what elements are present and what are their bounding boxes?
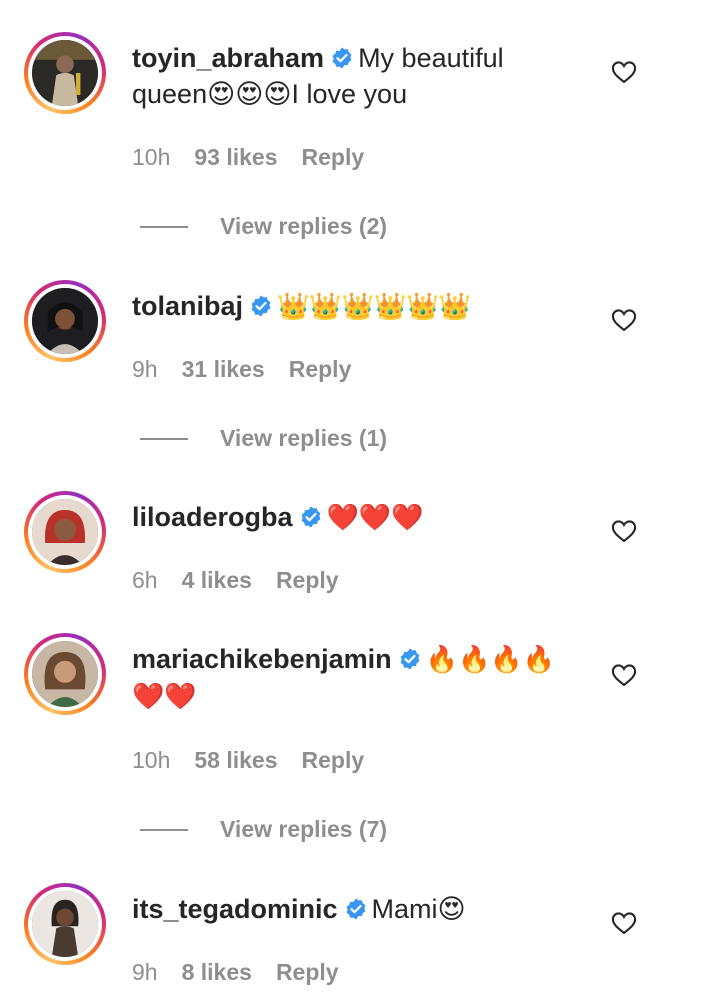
comment-meta: 10h 58 likes Reply [132, 747, 364, 774]
comment-meta: 9h 31 likes Reply [132, 356, 351, 383]
comment-text-line-2: ❤️❤️ [132, 682, 197, 712]
comment-meta: 10h 93 likes Reply [132, 144, 364, 171]
comment-meta: 6h 4 likes Reply [132, 567, 339, 594]
view-replies-label: View replies (7) [220, 816, 388, 842]
comment-body: its_tegadominic Mami😍 [132, 891, 572, 927]
comment-likes[interactable]: 93 likes [194, 144, 277, 171]
reply-button[interactable]: Reply [289, 356, 352, 383]
comments-feed: toyin_abraham My beautiful queen😍😍😍I love… [0, 0, 720, 1006]
comment-text-line-1: 🔥🔥🔥🔥 [425, 645, 556, 675]
reply-button[interactable]: Reply [276, 567, 339, 594]
comment-body: toyin_abraham My beautiful queen😍😍😍I love… [132, 40, 572, 112]
comment-likes[interactable]: 8 likes [182, 959, 252, 986]
avatar[interactable] [24, 633, 106, 715]
reply-button[interactable]: Reply [302, 747, 365, 774]
comment-text-line-2: queen😍😍😍I love you [132, 79, 408, 109]
heart-outline-icon[interactable] [610, 306, 638, 334]
view-replies-label: View replies (1) [220, 425, 388, 451]
comment-text-line-1: My beautiful [358, 43, 504, 73]
verified-badge-icon [249, 294, 273, 318]
avatar[interactable] [24, 491, 106, 573]
comment-meta: 9h 8 likes Reply [132, 959, 339, 986]
comment-username[interactable]: toyin_abraham [132, 43, 324, 73]
view-replies-button[interactable]: View replies (1) [140, 425, 387, 452]
comment-username[interactable]: mariachikebenjamin [132, 644, 392, 674]
verified-badge-icon [330, 46, 354, 70]
comment-time: 6h [132, 567, 158, 593]
comment-likes[interactable]: 58 likes [194, 747, 277, 774]
verified-badge-icon [344, 897, 368, 921]
avatar[interactable] [24, 32, 106, 114]
comment-time: 9h [132, 959, 158, 985]
divider-line [140, 828, 188, 831]
divider-line [140, 437, 188, 440]
view-replies-button[interactable]: View replies (7) [140, 816, 387, 843]
avatar[interactable] [24, 883, 106, 965]
verified-badge-icon [299, 505, 323, 529]
reply-button[interactable]: Reply [302, 144, 365, 171]
comment-text-line-1: 👑👑👑👑👑👑 [277, 292, 472, 322]
comment-time: 9h [132, 356, 158, 382]
view-replies-button[interactable]: View replies (2) [140, 213, 387, 240]
comment-username[interactable]: tolanibaj [132, 291, 243, 321]
comment-likes[interactable]: 4 likes [182, 567, 252, 594]
view-replies-label: View replies (2) [220, 213, 388, 239]
comment-time: 10h [132, 144, 171, 170]
comment-text-line-1: Mami😍 [371, 894, 466, 924]
heart-outline-icon[interactable] [610, 909, 638, 937]
comment-body: mariachikebenjamin 🔥🔥🔥🔥 ❤️❤️ [132, 641, 572, 715]
comment-username[interactable]: liloaderogba [132, 502, 293, 532]
comment-text-line-1: ❤️❤️❤️ [326, 503, 424, 533]
heart-outline-icon[interactable] [610, 58, 638, 86]
heart-outline-icon[interactable] [610, 517, 638, 545]
verified-badge-icon [398, 647, 422, 671]
comment-body: tolanibaj 👑👑👑👑👑👑 [132, 288, 572, 325]
heart-outline-icon[interactable] [610, 661, 638, 689]
comment-time: 10h [132, 747, 171, 773]
divider-line [140, 225, 188, 228]
avatar[interactable] [24, 280, 106, 362]
comment-username[interactable]: its_tegadominic [132, 894, 338, 924]
reply-button[interactable]: Reply [276, 959, 339, 986]
comment-body: liloaderogba ❤️❤️❤️ [132, 499, 572, 536]
comment-likes[interactable]: 31 likes [182, 356, 265, 383]
